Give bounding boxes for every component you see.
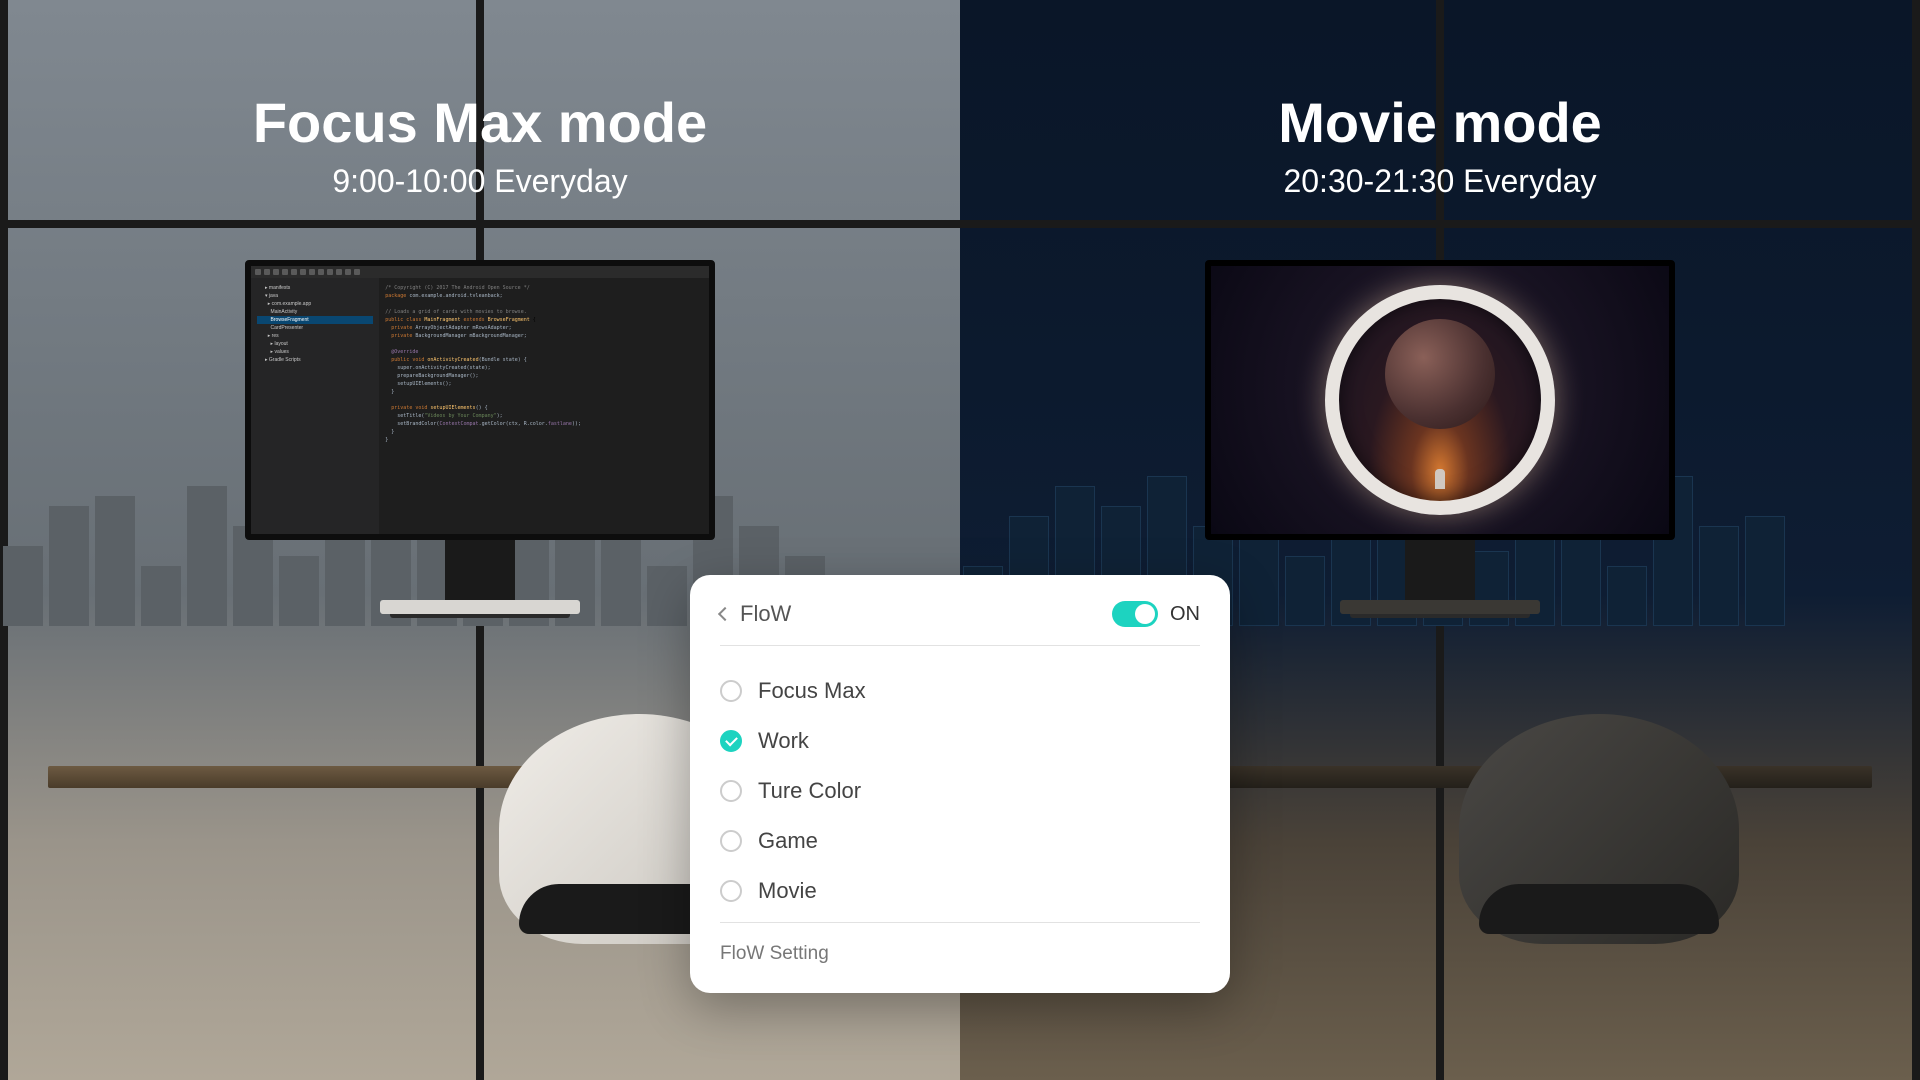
planet (1385, 319, 1495, 429)
window-frame (0, 220, 960, 228)
ide-view: ▸ manifests ▾ java ▸ com.example.app Mai… (251, 266, 709, 534)
radio-icon (720, 880, 742, 902)
option-label: Ture Color (758, 778, 861, 804)
window-frame (960, 220, 1920, 228)
movie-mode-header: Movie mode 20:30-21:30 Everyday (960, 90, 1920, 200)
monitor-screen-ide: ▸ manifests ▾ java ▸ com.example.app Mai… (245, 260, 715, 540)
focus-max-title: Focus Max mode (0, 90, 960, 155)
ide-toolbar (251, 266, 709, 278)
toggle-knob (1135, 604, 1155, 624)
option-movie[interactable]: Movie (720, 866, 1200, 916)
chair-night (1459, 714, 1779, 994)
flow-settings-panel: FloW ON Focus Max Work Ture Color Game M (690, 575, 1230, 993)
focus-max-header: Focus Max mode 9:00-10:00 Everyday (0, 90, 960, 200)
ide-code-editor: /* Copyright (C) 2017 The Android Open S… (379, 266, 709, 534)
monitor-night (1205, 260, 1675, 618)
panel-title: FloW (740, 601, 791, 627)
radio-checked-icon (720, 730, 742, 752)
radio-icon (720, 780, 742, 802)
option-label: Game (758, 828, 818, 854)
option-label: Movie (758, 878, 817, 904)
portal-ring (1325, 285, 1555, 515)
panel-header: FloW ON (720, 601, 1200, 646)
astronaut (1435, 469, 1445, 489)
keyboard-day (380, 600, 580, 614)
option-game[interactable]: Game (720, 816, 1200, 866)
mode-option-list: Focus Max Work Ture Color Game Movie (720, 660, 1200, 923)
ide-file-tree: ▸ manifests ▾ java ▸ com.example.app Mai… (251, 266, 379, 534)
radio-icon (720, 680, 742, 702)
monitor-screen-movie (1205, 260, 1675, 540)
movie-mode-schedule: 20:30-21:30 Everyday (960, 163, 1920, 200)
movie-still (1211, 266, 1669, 534)
option-label: Focus Max (758, 678, 866, 704)
monitor-stand (1405, 540, 1475, 600)
option-label: Work (758, 728, 809, 754)
monitor-day: ▸ manifests ▾ java ▸ com.example.app Mai… (245, 260, 715, 618)
focus-max-schedule: 9:00-10:00 Everyday (0, 163, 960, 200)
radio-icon (720, 830, 742, 852)
flow-toggle[interactable] (1112, 601, 1158, 627)
option-ture-color[interactable]: Ture Color (720, 766, 1200, 816)
back-icon[interactable] (718, 607, 732, 621)
monitor-stand (445, 540, 515, 600)
keyboard-night (1340, 600, 1540, 614)
flow-setting-link[interactable]: FloW Setting (720, 939, 1200, 973)
option-work[interactable]: Work (720, 716, 1200, 766)
movie-mode-title: Movie mode (960, 90, 1920, 155)
option-focus-max[interactable]: Focus Max (720, 666, 1200, 716)
toggle-state-label: ON (1170, 603, 1200, 626)
